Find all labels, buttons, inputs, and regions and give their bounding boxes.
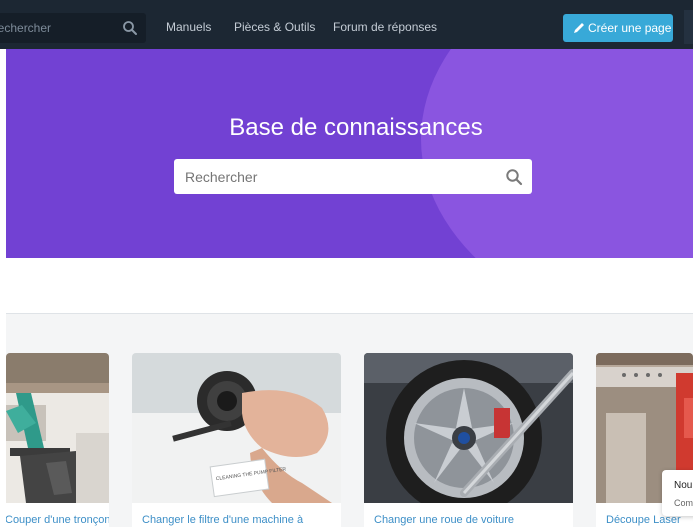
nav-link-manuels[interactable]: Manuels	[166, 20, 211, 34]
toast-text: Com	[674, 498, 693, 508]
car-wheel-photo	[364, 353, 573, 503]
nav-search-input[interactable]: Rechercher	[0, 13, 146, 43]
guide-card[interactable]: Couper d'une tronçon	[6, 353, 109, 527]
hero-banner: Base de connaissances Rechercher	[6, 49, 693, 258]
nav-search-placeholder: Rechercher	[0, 21, 52, 35]
pencil-icon	[574, 23, 584, 33]
notification-toast[interactable]: Nou Com	[662, 470, 693, 516]
search-icon[interactable]	[122, 20, 138, 36]
cards-section	[6, 314, 693, 527]
toast-title: Nou	[674, 480, 693, 491]
page: Rechercher Manuels Pièces & Outils Forum…	[0, 0, 693, 527]
nav-overflow-edge	[684, 10, 693, 44]
guide-card-title[interactable]: Changer une roue de voiture	[374, 514, 514, 526]
guide-card[interactable]: Changer une roue de voiture	[364, 353, 573, 527]
top-nav: Rechercher Manuels Pièces & Outils Forum…	[0, 0, 693, 49]
knowledge-search-input[interactable]: Rechercher	[174, 159, 532, 194]
page-title: Base de connaissances	[229, 114, 483, 141]
search-icon[interactable]	[505, 168, 523, 186]
guide-card-title[interactable]: Changer le filtre d'une machine à	[142, 514, 303, 526]
guide-card[interactable]: CLEANING THE PUMP FILTER Changer le filt…	[132, 353, 341, 527]
nav-link-forum[interactable]: Forum de réponses	[333, 20, 437, 34]
spacer-band	[6, 258, 693, 313]
guide-card-title[interactable]: Couper d'une tronçon	[6, 514, 109, 526]
create-page-label: Créer une page	[588, 21, 672, 35]
create-page-button[interactable]: Créer une page	[563, 14, 673, 42]
nav-link-pieces-outils[interactable]: Pièces & Outils	[234, 20, 315, 34]
hero-decoration	[421, 49, 693, 258]
pump-filter-photo: CLEANING THE PUMP FILTER	[132, 353, 341, 503]
saw-photo	[6, 353, 109, 503]
knowledge-search-placeholder: Rechercher	[185, 169, 258, 185]
